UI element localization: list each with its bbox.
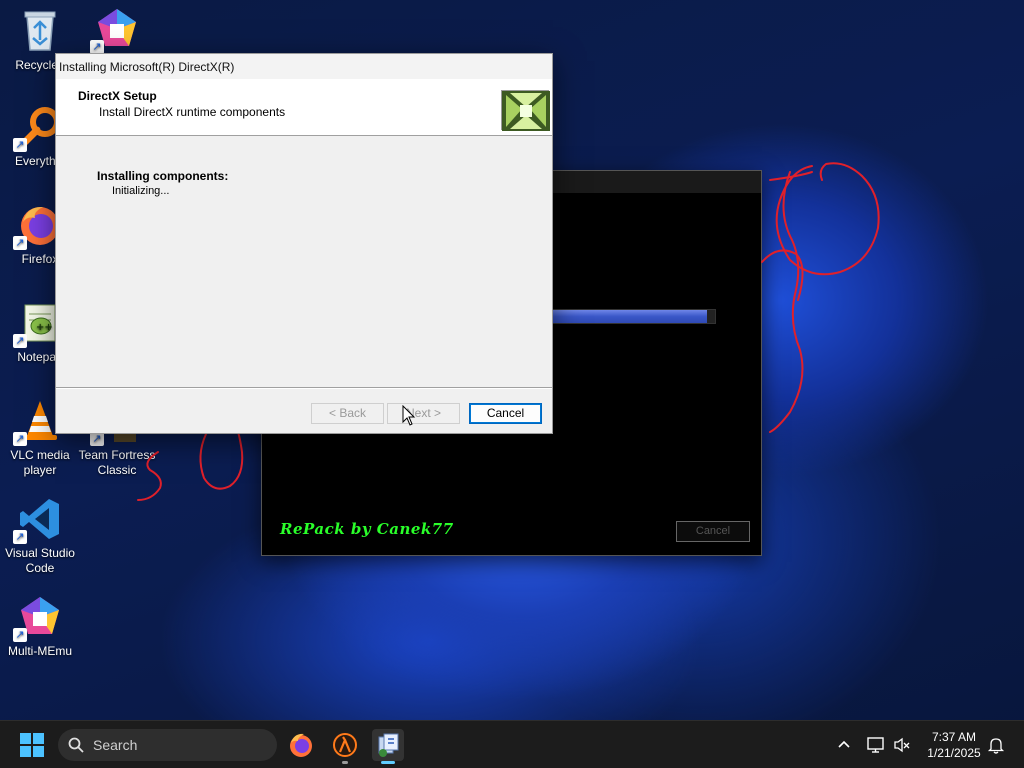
start-button[interactable] [16,729,48,761]
next-button[interactable]: Next > [387,403,460,424]
svg-text:++: ++ [36,322,53,333]
taskbar-app-firefox[interactable] [285,729,317,761]
repack-progress-bar [552,309,716,324]
desktop-icon-multi-memu[interactable]: ↗ Multi-MEmu [0,594,80,659]
volume-muted-icon [894,737,910,753]
clock-time: 7:37 AM [931,730,977,744]
running-indicator [342,761,348,764]
desktop-icon-label: player [23,463,57,477]
setup-installer-icon [378,733,399,757]
dialog-header: DirectX Setup Install DirectX runtime co… [56,79,552,136]
shortcut-arrow-icon: ↗ [13,334,27,348]
repack-credit-text: RePack by Canek77 [280,520,454,538]
firefox-icon [290,733,312,757]
cancel-button[interactable]: Cancel [469,403,542,424]
taskbar-clock[interactable]: 7:37 AM 1/21/2025 [914,729,994,761]
desktop-icon-label: VLC media [10,448,70,462]
mouse-cursor-icon [402,405,416,426]
bell-icon [987,738,1005,754]
repack-progress-fill [553,310,707,323]
desktop-icon-vscode[interactable]: ↗ Visual Studio Code [0,496,80,576]
vscode-icon: ↗ [13,496,63,544]
desktop-icon-label: Classic [97,463,137,477]
taskbar-app-half-life[interactable] [329,729,361,764]
taskbar-search-box[interactable]: Search [58,729,277,761]
shortcut-arrow-icon: ↗ [90,432,104,446]
shortcut-arrow-icon: ↗ [13,530,27,544]
installing-components-label: Installing components: [97,169,229,183]
active-indicator [381,761,395,764]
memu-icon: ↗ [13,594,63,642]
footer-divider [56,387,552,389]
search-icon [68,737,84,753]
shortcut-arrow-icon: ↗ [13,236,27,250]
network-icon [867,737,884,753]
search-label: Search [93,737,138,753]
taskbar-app-setup[interactable] [372,729,404,764]
half-life-lambda-icon [333,733,357,757]
back-button[interactable]: < Back [311,403,384,424]
desktop-icon-label: Team Fortress [78,448,156,462]
header-title: DirectX Setup [78,89,157,103]
recycle-bin-icon [17,8,63,54]
header-subtitle: Install DirectX runtime components [99,105,286,119]
shortcut-arrow-icon: ↗ [13,628,27,642]
windows-logo-icon [20,733,44,757]
desktop-icon-label: Visual Studio [5,546,75,560]
directx-logo-icon [501,90,550,131]
shortcut-arrow-icon: ↗ [13,138,27,152]
shortcut-arrow-icon: ↗ [13,432,27,446]
repack-cancel-button[interactable]: Cancel [676,521,750,542]
shortcut-arrow-icon: ↗ [90,40,104,54]
desktop-icon-multi-memu-top[interactable]: ↗ [77,6,157,56]
desktop-icon-label: Code [25,561,55,575]
clock-date: 1/21/2025 [927,746,981,760]
desktop-icon-label: Multi-MEmu [7,644,72,658]
chevron-up-icon [838,740,850,748]
status-text: Initializing... [112,185,170,197]
dialog-titlebar[interactable]: Installing Microsoft(R) DirectX(R) [56,54,552,79]
memu-icon: ↗ [90,6,140,54]
taskbar: Search 7:37 AM 1/21/2025 [0,720,1024,768]
directx-setup-dialog: Installing Microsoft(R) DirectX(R) Direc… [55,53,553,434]
